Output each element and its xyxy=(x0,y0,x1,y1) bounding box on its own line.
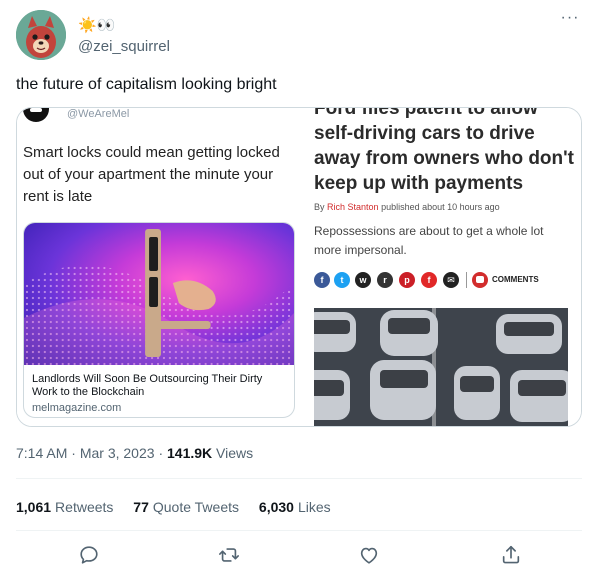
meta-separator: · xyxy=(71,445,76,461)
views-label: Views xyxy=(216,445,254,461)
article-dek: Repossessions are about to get a whole l… xyxy=(314,224,544,257)
link-card-domain: melmagazine.com xyxy=(32,402,122,414)
comments-label: COMMENTS xyxy=(492,275,539,284)
reddit-icon: r xyxy=(377,272,393,288)
views-count: 141.9K xyxy=(167,445,213,461)
divider xyxy=(16,478,582,479)
embedded-handle: @WeAreMel xyxy=(67,108,130,120)
action-bar xyxy=(16,542,582,568)
share-icon xyxy=(502,545,520,564)
retweets-stat[interactable]: 1,061 Retweets xyxy=(16,499,113,515)
flipboard-icon: f xyxy=(421,272,437,288)
tweet-date[interactable]: Mar 3, 2023 xyxy=(80,445,155,461)
likes-count: 6,030 xyxy=(258,499,294,515)
reply-button[interactable] xyxy=(76,542,102,568)
likes-label: Likes xyxy=(297,499,331,515)
heart-icon xyxy=(360,547,378,564)
article-headline: Ford files patent to allow self-driving … xyxy=(314,108,574,194)
like-button[interactable] xyxy=(356,542,382,568)
media-image-right[interactable]: Ford files patent to allow self-driving … xyxy=(304,108,581,426)
divider xyxy=(16,530,582,531)
comments-icon xyxy=(472,272,488,288)
embedded-headline: Smart locks could mean getting locked ou… xyxy=(23,144,280,205)
retweet-icon xyxy=(219,548,239,562)
facebook-icon: f xyxy=(314,272,330,288)
tweet-header: ☀️👀 @zei_squirrel ··· xyxy=(16,10,582,62)
meta-separator: · xyxy=(158,445,164,461)
link-card-title: Landlords Will Soon Be Outsourcing Their… xyxy=(32,373,263,398)
wearemel-avatar xyxy=(23,108,49,122)
link-card: Landlords Will Soon Be Outsourcing Their… xyxy=(23,222,295,418)
tweet-timestamp: 7:14 AM · Mar 3, 2023 · 141.9K Views xyxy=(16,445,253,461)
user-handle[interactable]: @zei_squirrel xyxy=(78,38,170,55)
media-image-left[interactable]: @WeAreMel Smart locks could mean getting… xyxy=(17,108,302,426)
quote-tweets-label: Quote Tweets xyxy=(152,499,240,515)
tweet-media[interactable]: @WeAreMel Smart locks could mean getting… xyxy=(16,107,582,427)
retweets-count: 1,061 xyxy=(16,499,52,515)
share-row: f t w r p f ✉ COMMENTS xyxy=(314,272,576,288)
retweet-button[interactable] xyxy=(216,542,242,568)
more-options-button[interactable]: ··· xyxy=(558,9,582,32)
byline-suffix: published about 10 hours ago xyxy=(381,202,500,212)
avatar[interactable] xyxy=(16,10,66,60)
more-icon: ··· xyxy=(560,9,580,26)
article-byline: By Rich Stanton published about 10 hours… xyxy=(314,202,500,212)
tweet-time[interactable]: 7:14 AM xyxy=(16,445,67,461)
share-button[interactable] xyxy=(498,542,524,568)
tweet-text: the future of capitalism looking bright xyxy=(16,76,277,93)
parked-cars-photo xyxy=(314,308,568,426)
display-name[interactable]: ☀️👀 xyxy=(78,16,115,34)
reply-icon xyxy=(80,546,98,564)
quote-tweets-count: 77 xyxy=(133,499,149,515)
smart-lock-image xyxy=(24,223,294,365)
email-icon: ✉ xyxy=(443,272,459,288)
pinterest-icon: p xyxy=(399,272,415,288)
quote-tweets-stat[interactable]: 77 Quote Tweets xyxy=(133,499,239,515)
twitter-icon: t xyxy=(334,272,350,288)
likes-stat[interactable]: 6,030 Likes xyxy=(259,499,331,515)
whatsapp-icon: w xyxy=(355,272,371,288)
squirrel-avatar-icon xyxy=(16,10,66,60)
retweets-label: Retweets xyxy=(55,499,114,515)
share-divider xyxy=(466,272,467,288)
byline-author: Rich Stanton xyxy=(327,202,379,212)
engagement-stats: 1,061 Retweets 77 Quote Tweets 6,030 Likes xyxy=(16,499,347,515)
byline-prefix: By xyxy=(314,202,325,212)
